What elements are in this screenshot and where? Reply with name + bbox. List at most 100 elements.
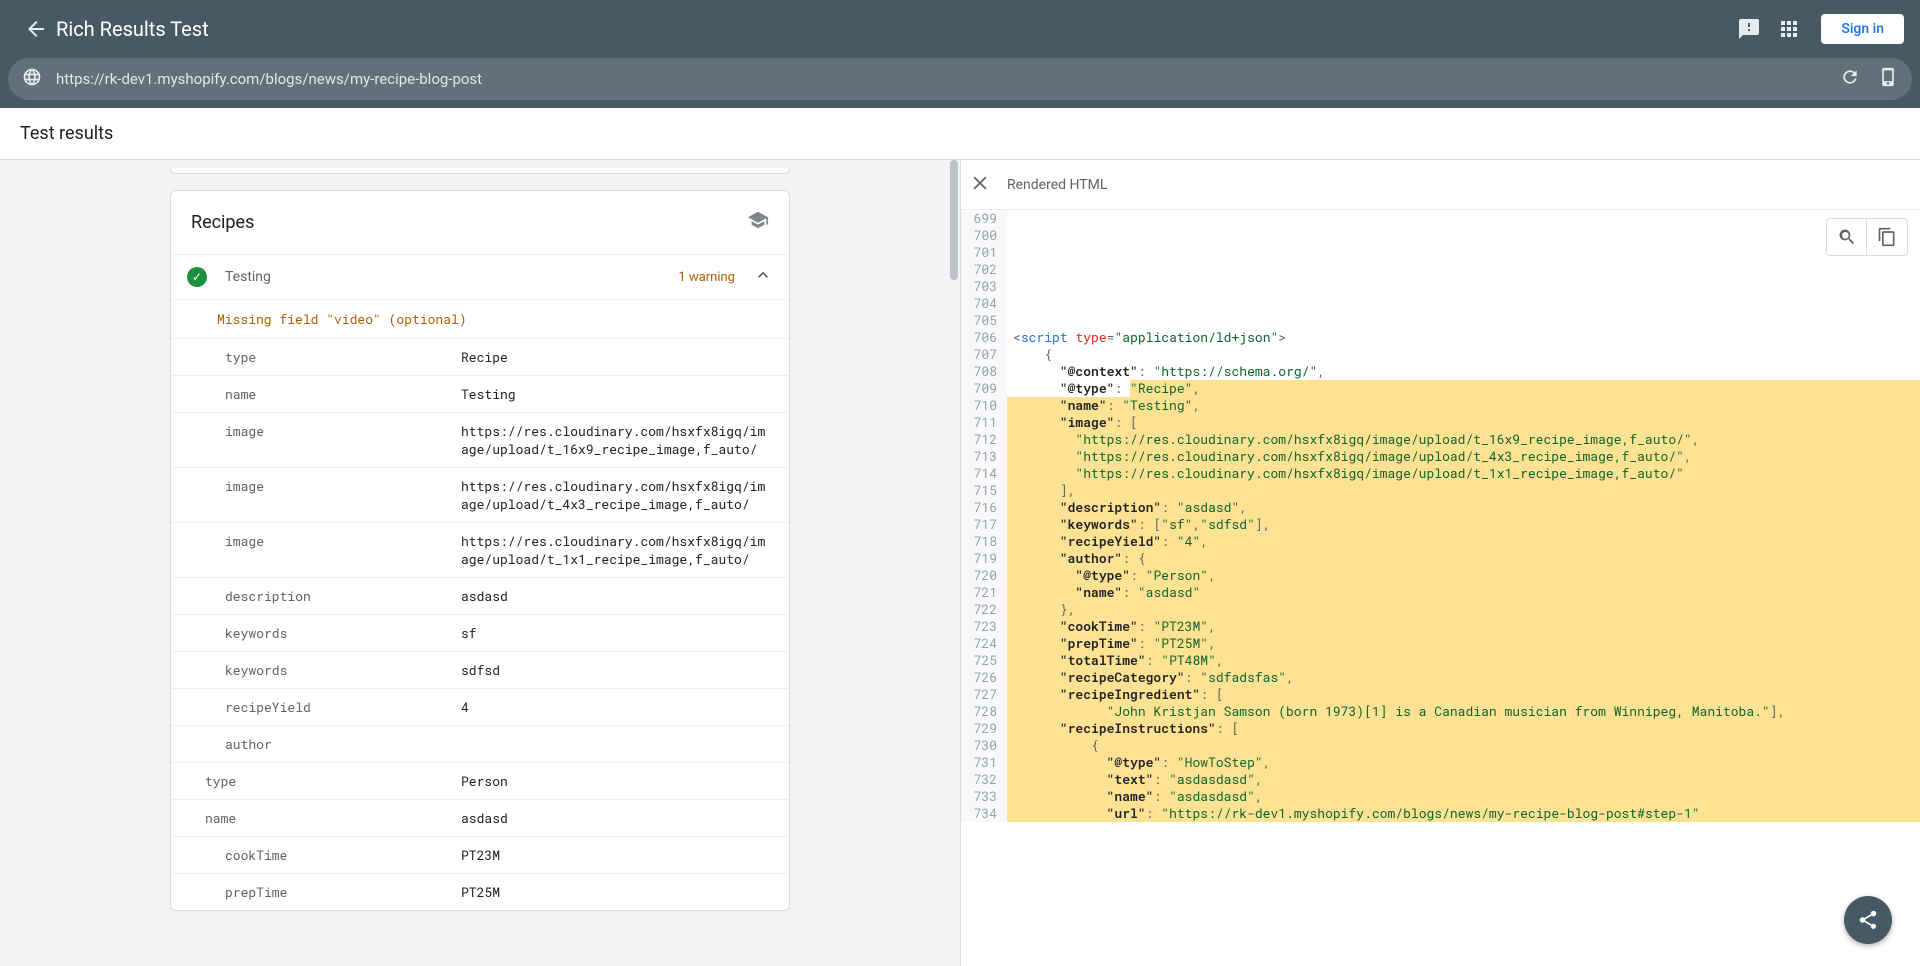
close-button[interactable]	[969, 172, 991, 198]
code-content: "recipeInstructions": [	[1007, 720, 1920, 737]
copy-icon[interactable]	[1867, 219, 1907, 255]
kv-row: imagehttps://res.cloudinary.com/hsxfx8ig…	[171, 467, 789, 522]
back-button[interactable]	[16, 9, 56, 49]
code-toolbar	[1826, 218, 1908, 256]
check-icon: ✓	[187, 267, 207, 287]
line-number: 725	[961, 652, 1007, 669]
kv-key: name	[191, 809, 461, 827]
right-pane: Rendered HTML 699700701702703704705706<s…	[960, 160, 1920, 966]
code-line: 718 "recipeYield": "4",	[961, 533, 1920, 550]
kv-value: sdfsd	[461, 661, 500, 679]
apps-icon[interactable]	[1769, 9, 1809, 49]
kv-value: Person	[461, 772, 508, 790]
globe-icon	[22, 67, 42, 91]
code-line: 728 "John Kristjan Samson (born 1973)[1]…	[961, 703, 1920, 720]
kv-row: nameTesting	[171, 375, 789, 412]
line-number: 728	[961, 703, 1007, 720]
kv-row: descriptionasdasd	[171, 577, 789, 614]
line-number: 711	[961, 414, 1007, 431]
code-content: "name": "asdasd"	[1007, 584, 1920, 601]
code-content: "url": "https://rk-dev1.myshopify.com/bl…	[1007, 805, 1920, 822]
kv-row: typeRecipe	[171, 338, 789, 375]
chevron-up-icon	[753, 265, 773, 289]
phone-icon[interactable]	[1878, 67, 1898, 91]
code-line: 723 "cookTime": "PT23M",	[961, 618, 1920, 635]
line-number: 699	[961, 210, 1007, 227]
code-line: 701	[961, 244, 1920, 261]
kv-row: author	[171, 725, 789, 762]
code-content: "https://res.cloudinary.com/hsxfx8igq/im…	[1007, 448, 1920, 465]
code-line: 700	[961, 227, 1920, 244]
code-line: 703	[961, 278, 1920, 295]
line-number: 702	[961, 261, 1007, 278]
education-icon[interactable]	[747, 209, 769, 236]
app-title: Rich Results Test	[56, 17, 1729, 41]
search-icon[interactable]	[1827, 219, 1867, 255]
kv-row: imagehttps://res.cloudinary.com/hsxfx8ig…	[171, 412, 789, 467]
line-number: 724	[961, 635, 1007, 652]
kv-key: type	[191, 348, 461, 366]
code-content: "cookTime": "PT23M",	[1007, 618, 1920, 635]
missing-field-warning: Missing field "video" (optional)	[171, 299, 789, 338]
line-number: 731	[961, 754, 1007, 771]
kv-value: asdasd	[461, 809, 508, 827]
signin-button[interactable]: Sign in	[1821, 14, 1904, 44]
code-line: 731 "@type": "HowToStep",	[961, 754, 1920, 771]
kv-value: 4	[461, 698, 469, 716]
right-header: Rendered HTML	[961, 160, 1920, 210]
kv-row: prepTimePT25M	[171, 873, 789, 910]
kv-key: image	[191, 532, 461, 568]
code-content: "description": "asdasd",	[1007, 499, 1920, 516]
content: Recipes ✓ Testing 1 warning Missing fiel…	[0, 160, 1920, 966]
recipe-item-header[interactable]: ✓ Testing 1 warning	[171, 254, 789, 299]
line-number: 700	[961, 227, 1007, 244]
code-content: "keywords": ["sf","sdfsd"],	[1007, 516, 1920, 533]
line-number: 707	[961, 346, 1007, 363]
line-number: 701	[961, 244, 1007, 261]
kv-value: https://res.cloudinary.com/hsxfx8igq/ima…	[461, 532, 769, 568]
code-content: "recipeYield": "4",	[1007, 533, 1920, 550]
code-line: 713 "https://res.cloudinary.com/hsxfx8ig…	[961, 448, 1920, 465]
scrollbar[interactable]	[950, 160, 958, 280]
code-line: 733 "name": "asdasdasd",	[961, 788, 1920, 805]
code-content: },	[1007, 601, 1920, 618]
kv-key: recipeYield	[191, 698, 461, 716]
code-line: 726 "recipeCategory": "sdfadsfas",	[961, 669, 1920, 686]
line-number: 705	[961, 312, 1007, 329]
code-line: 710 "name": "Testing",	[961, 397, 1920, 414]
line-number: 703	[961, 278, 1007, 295]
feedback-icon[interactable]	[1729, 9, 1769, 49]
code-content	[1007, 261, 1920, 278]
code-line: 714 "https://res.cloudinary.com/hsxfx8ig…	[961, 465, 1920, 482]
kv-key: image	[191, 477, 461, 513]
code-line: 702	[961, 261, 1920, 278]
code-line: 725 "totalTime": "PT48M",	[961, 652, 1920, 669]
code-content: ],	[1007, 482, 1920, 499]
code-content: {	[1007, 346, 1920, 363]
app-header: Rich Results Test Sign in	[0, 0, 1920, 58]
recipes-label: Recipes	[191, 212, 254, 233]
kv-row: nameasdasd	[171, 799, 789, 836]
code-content: "name": "asdasdasd",	[1007, 788, 1920, 805]
line-number: 729	[961, 720, 1007, 737]
url-text[interactable]: https://rk-dev1.myshopify.com/blogs/news…	[56, 70, 1840, 88]
kv-key: image	[191, 422, 461, 458]
code-content: "@type": "HowToStep",	[1007, 754, 1920, 771]
code-line: 711 "image": [	[961, 414, 1920, 431]
code-line: 709 "@type": "Recipe",	[961, 380, 1920, 397]
code-line: 705	[961, 312, 1920, 329]
share-fab[interactable]	[1844, 896, 1892, 944]
code-scroll[interactable]: 699700701702703704705706<script type="ap…	[961, 210, 1920, 966]
line-number: 733	[961, 788, 1007, 805]
code-line: 734 "url": "https://rk-dev1.myshopify.co…	[961, 805, 1920, 822]
subheader: Test results	[0, 108, 1920, 160]
kv-row: typePerson	[171, 762, 789, 799]
code-content: "text": "asdasdasd",	[1007, 771, 1920, 788]
kv-row: imagehttps://res.cloudinary.com/hsxfx8ig…	[171, 522, 789, 577]
line-number: 708	[961, 363, 1007, 380]
kv-key: name	[191, 385, 461, 403]
refresh-icon[interactable]	[1840, 67, 1860, 91]
line-number: 704	[961, 295, 1007, 312]
code-line: 706<script type="application/ld+json">	[961, 329, 1920, 346]
line-number: 709	[961, 380, 1007, 397]
